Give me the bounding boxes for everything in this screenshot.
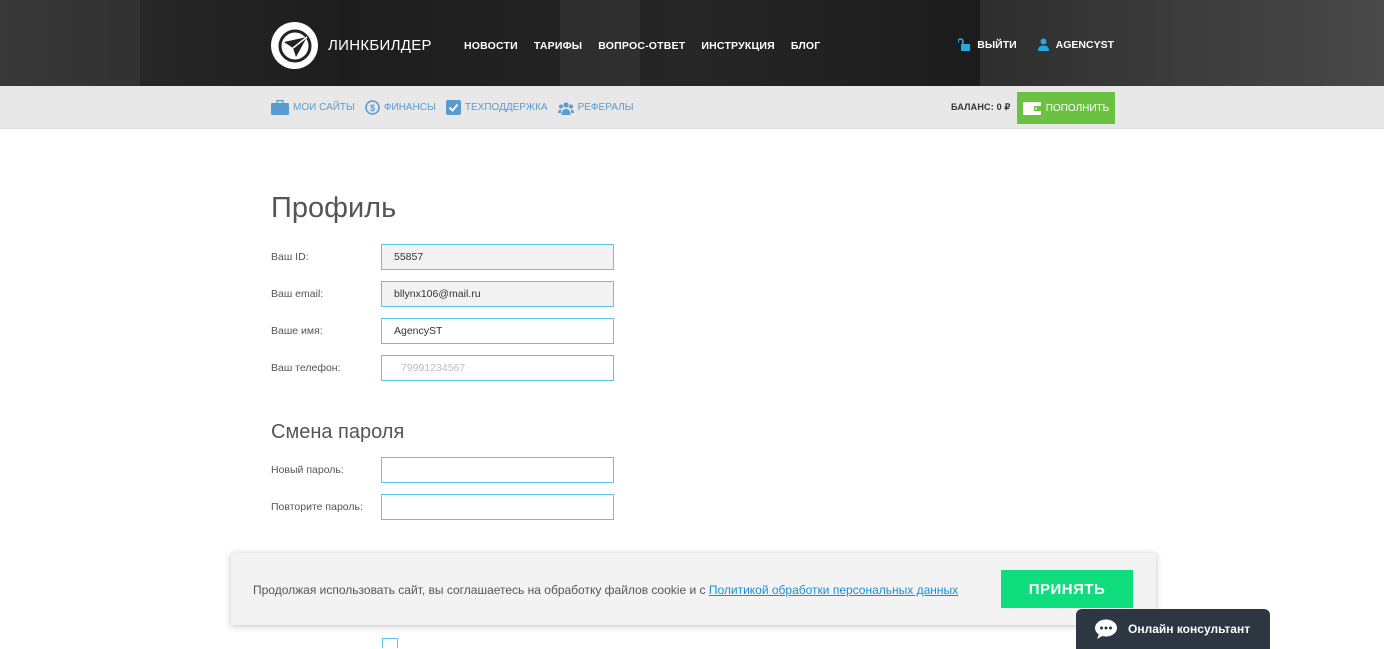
repeat-password-label: Повторите пароль: xyxy=(271,501,363,513)
logout-link[interactable]: ВЫЙТИ xyxy=(958,38,1017,51)
sub-nav-referrals[interactable]: РЕФЕРАЛЫ xyxy=(557,101,634,115)
sub-nav-label: РЕФЕРАЛЫ xyxy=(577,102,634,113)
brand-logo[interactable]: ЛИНКБИЛДЕР xyxy=(271,22,432,69)
sub-nav-label: ФИНАНСЫ xyxy=(383,102,436,113)
online-chat-widget[interactable]: Онлайн консультант xyxy=(1076,609,1270,649)
phone-field[interactable] xyxy=(381,355,614,381)
sub-nav: МОИ САЙТЫ $ ФИНАНСЫ ТЕХПОДДЕРЖКА РЕФЕРАЛ… xyxy=(271,100,634,115)
svg-text:$: $ xyxy=(370,103,375,113)
nav-item-blog[interactable]: БЛОГ xyxy=(791,40,821,52)
sub-nav-support[interactable]: ТЕХПОДДЕРЖКА xyxy=(445,100,548,115)
sub-nav-my-sites[interactable]: МОИ САЙТЫ xyxy=(271,100,355,115)
field-row-id: Ваш ID: xyxy=(271,244,671,270)
chat-bubble-icon xyxy=(1095,619,1117,639)
nav-item-instruction[interactable]: ИНСТРУКЦИЯ xyxy=(701,40,774,52)
name-label: Ваше имя: xyxy=(271,325,323,337)
nav-item-faq[interactable]: ВОПРОС-ОТВЕТ xyxy=(598,40,685,52)
cookie-text: Продолжая использовать сайт, вы соглашае… xyxy=(253,583,709,597)
sub-nav-finance[interactable]: $ ФИНАНСЫ xyxy=(365,100,436,115)
name-field[interactable] xyxy=(381,318,614,344)
top-header: ЛИНКБИЛДЕР НОВОСТИ ТАРИФЫ ВОПРОС-ОТВЕТ И… xyxy=(0,0,1384,86)
sub-nav-bar: МОИ САЙТЫ $ ФИНАНСЫ ТЕХПОДДЕРЖКА РЕФЕРАЛ… xyxy=(0,86,1384,129)
balance-value: БАЛАНС: 0 ₽ xyxy=(951,102,1011,112)
user-profile-link[interactable]: AGENCYST xyxy=(1037,38,1114,51)
password-section-title: Смена пароля xyxy=(271,421,405,443)
accept-cookie-button[interactable]: ПРИНЯТЬ xyxy=(1001,570,1133,608)
paper-plane-logo-icon xyxy=(271,22,318,69)
field-row-email: Ваш email: xyxy=(271,281,671,307)
id-label: Ваш ID: xyxy=(271,251,309,263)
field-row-phone: Ваш телефон: + xyxy=(271,355,671,381)
email-field[interactable] xyxy=(381,281,614,307)
id-field[interactable] xyxy=(381,244,614,270)
new-password-field[interactable] xyxy=(381,457,614,483)
topup-label: ПОПОЛНИТЬ xyxy=(1045,102,1110,114)
brand-name: ЛИНКБИЛДЕР xyxy=(328,37,432,54)
phone-label: Ваш телефон: xyxy=(271,362,341,374)
check-box-icon xyxy=(445,100,461,115)
cookie-banner: Продолжая использовать сайт, вы соглашае… xyxy=(231,553,1156,625)
wallet-icon xyxy=(1022,101,1041,115)
nav-item-tariffs[interactable]: ТАРИФЫ xyxy=(534,40,582,52)
header-bg-decor xyxy=(0,0,140,86)
email-label: Ваш email: xyxy=(271,288,324,300)
field-row-name: Ваше имя: xyxy=(271,318,671,344)
new-password-label: Новый пароль: xyxy=(271,464,344,476)
sub-nav-label: ТЕХПОДДЕРЖКА xyxy=(464,102,548,113)
field-row-repeat-password: Повторите пароль: xyxy=(271,494,671,520)
nav-item-news[interactable]: НОВОСТИ xyxy=(464,40,518,52)
main-nav: НОВОСТИ ТАРИФЫ ВОПРОС-ОТВЕТ ИНСТРУКЦИЯ Б… xyxy=(464,40,820,52)
user-menu: ВЫЙТИ AGENCYST xyxy=(958,38,1114,51)
logout-label: ВЫЙТИ xyxy=(977,38,1017,51)
cookie-message: Продолжая использовать сайт, вы соглашае… xyxy=(253,583,958,597)
privacy-policy-link[interactable]: Политикой обработки персональных данных xyxy=(709,583,958,597)
dollar-icon: $ xyxy=(365,100,380,115)
username-label: AGENCYST xyxy=(1055,38,1114,51)
topup-button[interactable]: ПОПОЛНИТЬ xyxy=(1017,92,1115,124)
field-row-new-password: Новый пароль: xyxy=(271,457,671,483)
user-icon xyxy=(1037,38,1049,51)
briefcase-icon xyxy=(271,100,289,115)
users-icon xyxy=(557,101,574,115)
page-title: Профиль xyxy=(271,192,397,224)
checkbox-partial[interactable] xyxy=(382,638,398,648)
unlock-icon xyxy=(958,38,971,51)
sub-nav-label: МОИ САЙТЫ xyxy=(293,102,355,113)
repeat-password-field[interactable] xyxy=(381,494,614,520)
chat-label: Онлайн консультант xyxy=(1128,622,1251,636)
